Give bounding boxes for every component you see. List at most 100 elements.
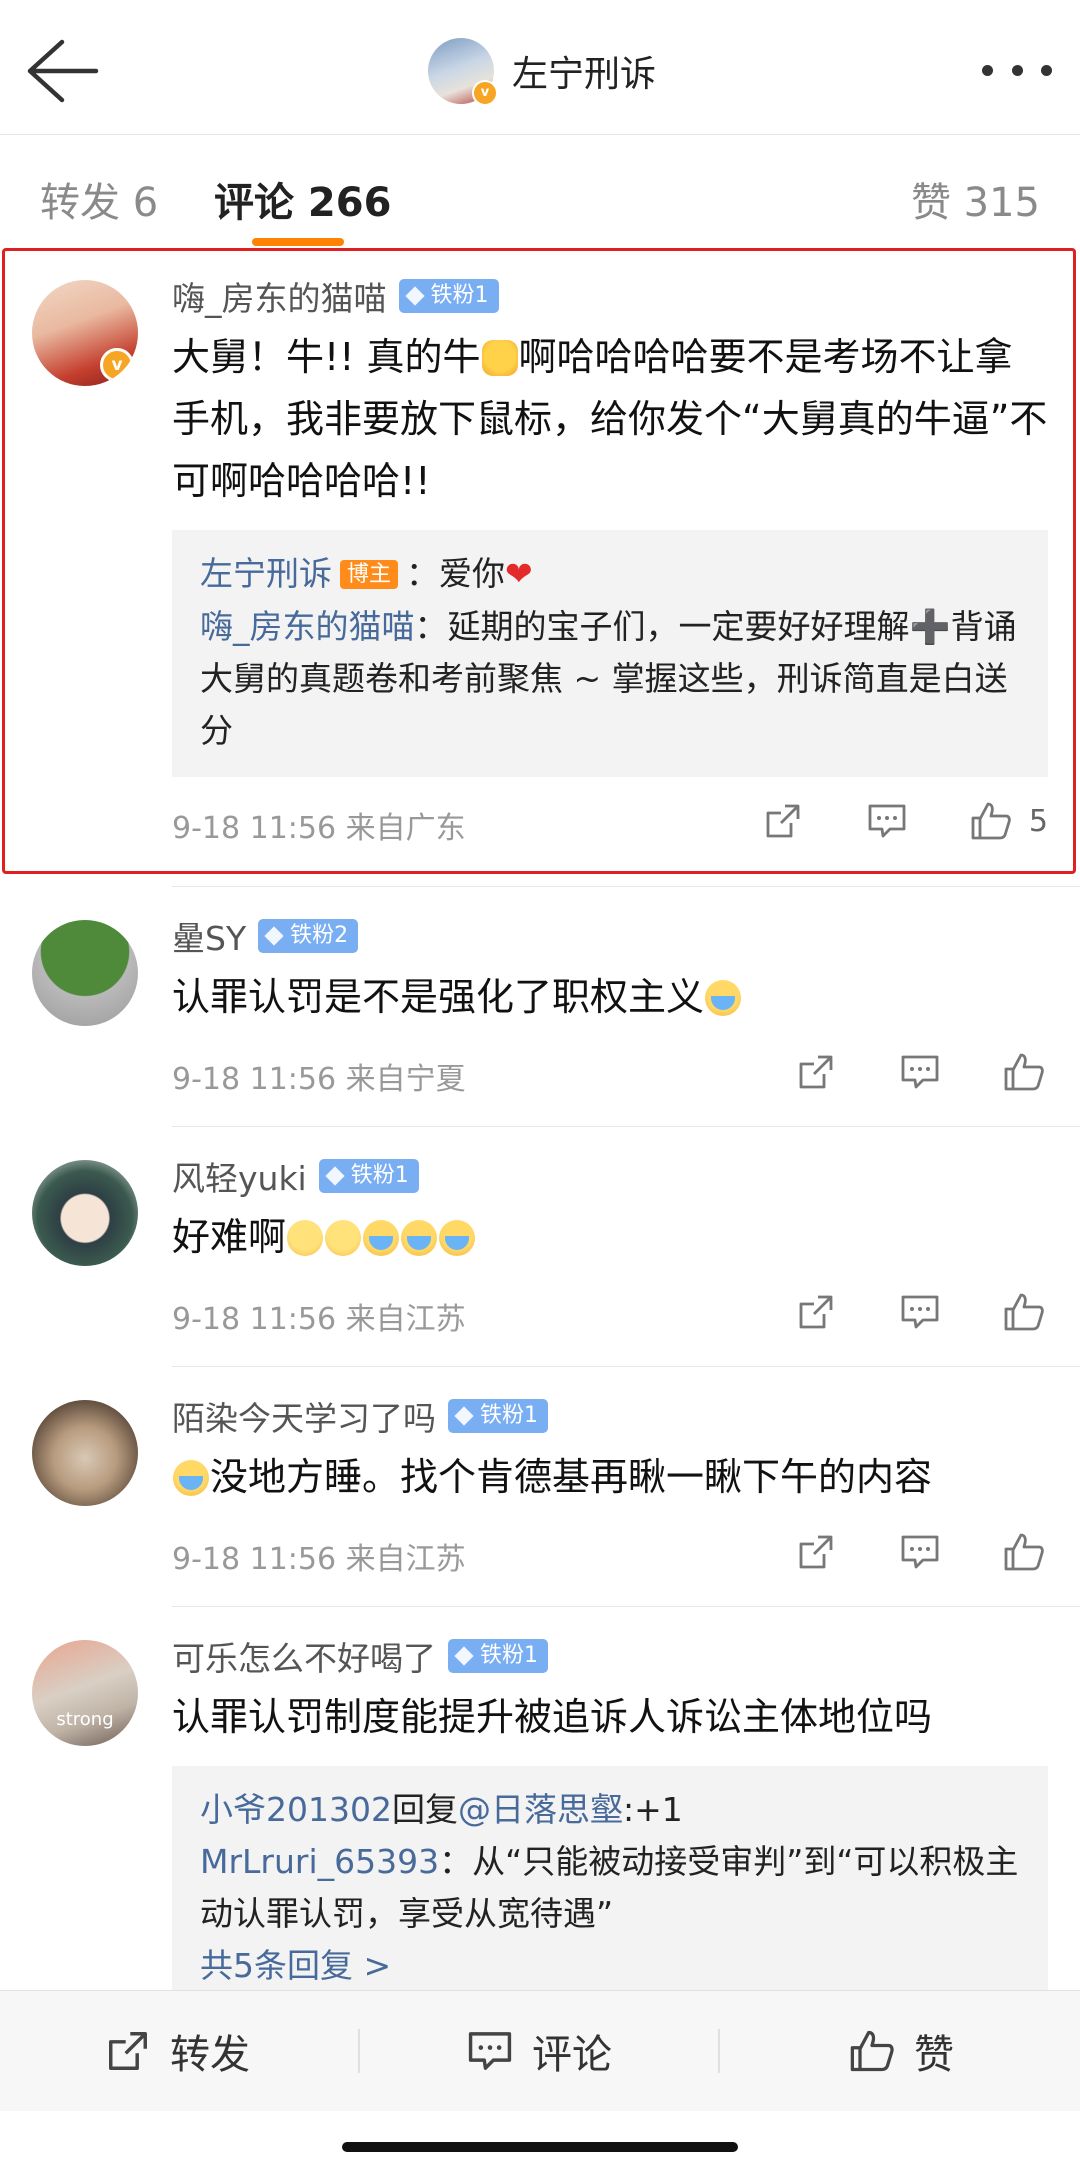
reply-text: 回复 [391,1790,458,1829]
tab-comments[interactable]: 评论 266 [214,170,391,228]
tab-bar: 转发 6 评论 266 赞 315 [0,134,1080,254]
verified-badge-icon: v [472,80,498,106]
comment-text-part: 没地方睡。找个肯德基再瞅一瞅下午的内容 [210,1455,933,1499]
share-icon[interactable] [792,1528,840,1576]
divider [718,2029,720,2073]
emoji-cry-icon [363,1220,400,1256]
emoji-cry-icon [401,1220,438,1256]
emoji-cry-icon [173,1460,209,1496]
fan-badge: 铁粉1 [448,1639,548,1673]
comment-timestamp: 9-18 11:56 来自江苏 [172,1542,466,1577]
reply-username[interactable]: MrLruri_65393 [200,1842,439,1881]
fan-badge-label: 铁粉2 [290,923,349,948]
divider [172,1366,1080,1367]
like-thumb-icon[interactable] [967,797,1015,845]
comment-bubble-icon [468,2032,512,2070]
share-icon [109,2032,147,2070]
comment-bubble-icon[interactable] [896,1048,944,1096]
divider [172,1606,1080,1607]
comment-text-part: 大舅！牛!! 真的牛 [172,335,481,379]
fan-badge-label: 铁粉1 [430,283,489,308]
comment-text: 认罪认罚制度能提升被追诉人诉讼主体地位吗 [172,1695,933,1739]
avatar[interactable]: strong [32,1640,138,1746]
reply-username[interactable]: 小爷201302 [200,1790,392,1829]
share-icon[interactable] [792,1048,840,1096]
comment-username[interactable]: 陌染今天学习了吗 [172,1392,436,1440]
comment-bubble-icon[interactable] [863,797,911,845]
reply-text: ：爱你 [406,554,506,593]
more-replies-link[interactable]: 共5条回复 > [200,1940,1020,1992]
author-avatar[interactable]: v [428,38,498,106]
reply-box[interactable]: 左宁刑诉 博主 ：爱你❤ 嗨_房东的猫喵：延期的宝子们，一定要好好理解➕背诵大舅的真… [172,530,1048,777]
avatar-overlay-text: strong [56,1709,114,1730]
fan-badge: 铁粉1 [318,1159,419,1193]
diamond-icon [454,1406,474,1426]
reply-username[interactable]: 嗨_房东的猫喵 [200,607,415,646]
author-tag: 博主 [340,560,399,589]
fan-badge-label: 铁粉1 [480,1403,538,1428]
comment-bubble-icon[interactable] [896,1528,944,1576]
avatar[interactable] [32,1160,138,1266]
comment-text-part: 认罪认罚是不是强化了职权主义 [172,975,705,1019]
mention-link[interactable]: @日落思壑 [458,1790,623,1829]
like-thumb-icon[interactable] [1000,1048,1048,1096]
reply-text: :+1 [622,1790,683,1829]
comment-text: 没地方睡。找个肯德基再瞅一瞅下午的内容 [172,1446,1048,1508]
emoji-sad-icon [287,1220,324,1256]
comment-timestamp: 9-18 11:56 来自宁夏 [172,1062,466,1097]
comment-username[interactable]: 可乐怎么不好喝了 [172,1632,436,1680]
like-thumb-icon[interactable] [1000,1528,1048,1576]
comment-bubble-icon[interactable] [896,1288,944,1336]
comment-timestamp: 9-18 11:56 来自广东 [172,811,466,846]
page-title[interactable]: 左宁刑诉 [512,45,656,97]
emoji-cry-icon [439,1220,476,1256]
share-icon[interactable] [792,1288,840,1336]
comment-timestamp: 9-18 11:56 来自江苏 [172,1302,466,1337]
divider [172,886,1080,887]
diamond-icon [325,1166,345,1186]
home-indicator [342,2142,738,2152]
emoji-sad-icon [325,1220,362,1256]
tab-repost[interactable]: 转发 6 [40,170,158,228]
back-arrow-icon[interactable] [22,36,102,106]
like-count: 5 [1028,803,1048,839]
comment-text: 大舅！牛!! 真的牛 啊哈哈哈哈要不是考场不让拿手机，我非要放下鼠标，给你发个“大… [172,326,1048,512]
like-button[interactable]: 赞 [848,1991,954,2111]
fan-badge: 铁粉1 [448,1399,548,1433]
like-thumb-icon[interactable] [1000,1288,1048,1336]
comment-text: 好难啊 [172,1206,1048,1268]
top-nav-bar: v 左宁刑诉 [0,0,1080,135]
comment-username[interactable]: 风轻yuki [172,1152,307,1200]
diamond-icon [454,1646,474,1666]
fan-badge-label: 铁粉1 [350,1163,409,1188]
tab-likes[interactable]: 赞 315 [911,170,1040,228]
comment-label: 评论 [532,2032,612,2078]
repost-button[interactable]: 转发 [104,1991,250,2111]
divider [358,2029,360,2073]
comment-username[interactable]: 曐SY [172,912,246,960]
heart-icon: ❤ [505,554,533,593]
avatar[interactable] [32,920,138,1026]
share-icon[interactable] [759,797,807,845]
avatar[interactable]: v [32,280,138,386]
diamond-icon [404,286,425,306]
like-thumb-icon [850,2030,894,2072]
reply-box[interactable]: 小爷201302回复@日落思壑:+1 MrLruri_65393：从“只能被动接… [172,1766,1048,1996]
fan-badge: 铁粉2 [258,919,359,953]
repost-label: 转发 [170,2032,250,2078]
active-tab-indicator [252,238,344,246]
title-block[interactable]: v 左宁刑诉 [428,36,656,106]
like-label: 赞 [914,2032,954,2078]
comment-text-part: 好难啊 [172,1215,287,1259]
more-dots-icon[interactable] [982,60,1052,80]
comment-button[interactable]: 评论 [466,1991,612,2111]
verified-badge-icon: v [100,348,134,382]
diamond-icon [264,926,284,946]
fan-badge: 铁粉1 [398,279,499,313]
bottom-action-bar: 转发 评论 赞 [0,1990,1080,2111]
comment-text: 认罪认罚是不是强化了职权主义 [172,966,1048,1028]
comment-username[interactable]: 嗨_房东的猫喵 [172,272,387,320]
emoji-cry-icon [705,980,742,1016]
reply-username[interactable]: 左宁刑诉 [200,554,332,593]
avatar[interactable] [32,1400,138,1506]
